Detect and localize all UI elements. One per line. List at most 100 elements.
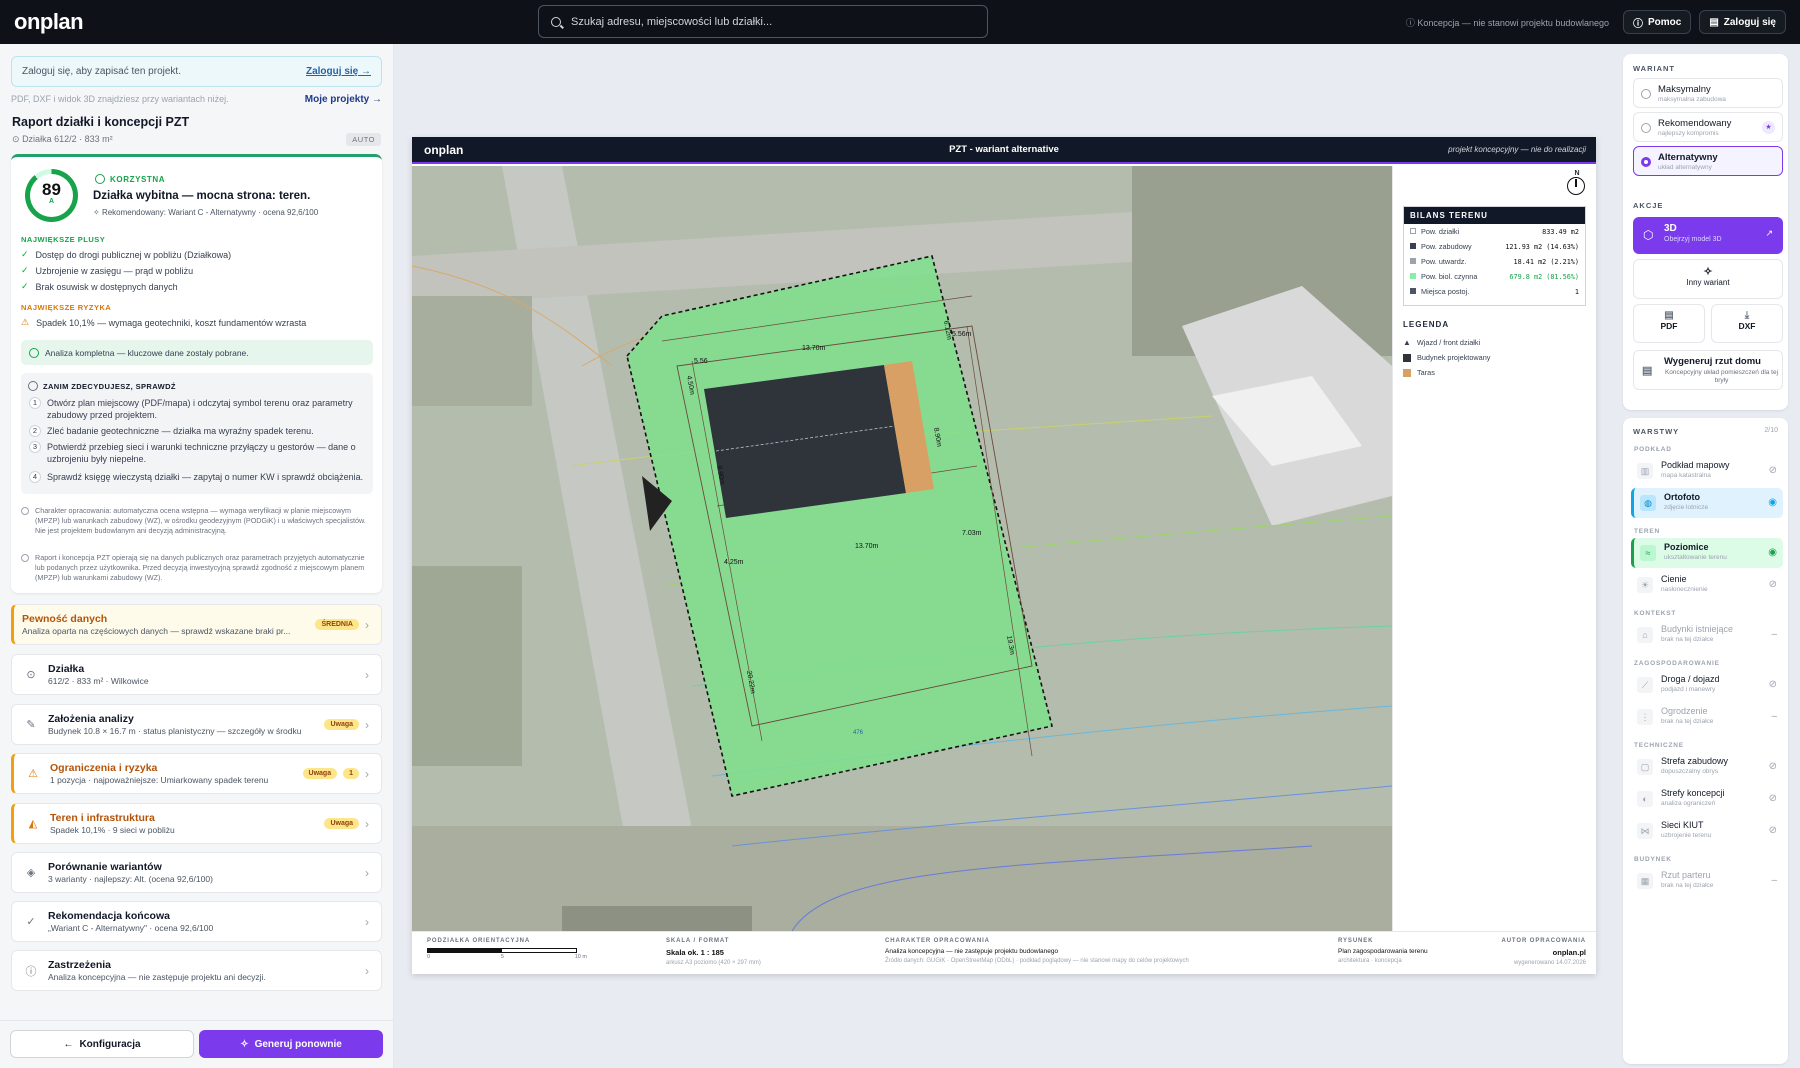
layers-panel: WARSTWY 2/10 PODKŁAD ▥ Podkład mapowy mapa… — [1623, 418, 1788, 1064]
score-ring: 89 A — [25, 169, 78, 222]
info-icon — [21, 507, 29, 515]
top-bar: onplan Szukaj adresu, miejscowości lub d… — [0, 0, 1800, 44]
mountain-icon: ◭ — [28, 818, 38, 830]
chevron-right-icon: › — [365, 717, 369, 732]
layer-road-access[interactable]: ⟋ Droga / dojazd podjazd i manewry ⊘ — [1631, 670, 1783, 700]
status-badge: Uwaga — [302, 768, 338, 779]
sheet-logo: onplan — [424, 142, 464, 157]
risk-item: ⚠ Spadek 10,1% — wymaga geotechniki, kosz… — [21, 317, 307, 328]
pdf-button[interactable]: ▤ PDF — [1633, 304, 1705, 343]
eye-off-icon[interactable]: ⊘ — [1769, 465, 1777, 476]
chevron-right-icon: › — [365, 667, 369, 682]
sheet-title-block: PODZIAŁKA ORIENTACYJNA 0 5 10 m SKALA / FO… — [412, 931, 1596, 974]
layer-group-terrain: TEREN — [1634, 528, 1661, 535]
generate-floorplan-button[interactable]: ▤ Wygeneruj rzut domu Koncepcyjny układ po… — [1633, 350, 1783, 390]
accordion-recommendation[interactable]: ✓ Rekomendacja końcowa „Wariant C - Alter… — [11, 901, 382, 942]
sheet-header: onplan PZT - wariant alternative projekt… — [412, 137, 1596, 164]
chevron-right-icon: › — [365, 816, 369, 831]
circle-icon: ◐ — [1637, 791, 1653, 807]
layer-building-zone[interactable]: ▢ Strefa zabudowy dopuszczalny obrys ⊘ — [1631, 752, 1783, 782]
login-button[interactable]: ▤ Zaloguj się — [1699, 10, 1786, 34]
layer-contours[interactable]: ≈ Poziomice ukształtowanie terenu ◉ — [1631, 538, 1783, 568]
accordion-assumptions[interactable]: ✎ Założenia analizy Budynek 10.8 × 16.7 m… — [11, 704, 382, 745]
sheet-sidebar: N BILANS TERENU Pow. działki 833.49 m2 Po… — [1392, 166, 1596, 931]
swatch — [1410, 288, 1416, 294]
dash-icon: – — [1771, 711, 1777, 722]
chevron-right-icon: › — [365, 963, 369, 978]
variant-recommended[interactable]: Rekomendowany najlepszy kompromis ★ — [1633, 112, 1783, 142]
accordion-summary: 1 pozycja · najpoważniejsze: Umiarkowany… — [50, 775, 269, 785]
my-projects-link[interactable]: Moje projekty → — [305, 94, 382, 105]
variant-alternative[interactable]: Alternatywny układ alternatywny — [1633, 146, 1783, 176]
login-link[interactable]: Zaloguj się → — [306, 66, 371, 77]
contour-label: 476 — [853, 730, 864, 736]
accordion-restrictions[interactable]: ⚠ Ograniczenia i ryzyka 1 pozycja · najpo… — [11, 753, 382, 794]
layer-basemap[interactable]: ▥ Podkład mapowy mapa katastralna ⊘ — [1631, 456, 1783, 486]
layer-group-basemap: PODKŁAD — [1634, 446, 1672, 453]
balance-row: Pow. biol. czynna 679.8 m2 (81.56%) — [1404, 269, 1585, 284]
accordion-plot[interactable]: ⊙ Działka 612/2 · 833 m² · Wilkowice › — [11, 654, 382, 695]
plus-item: ✓ Brak osuwisk w dostępnych danych — [21, 281, 178, 292]
other-variant-button[interactable]: ✧ Inny wariant — [1633, 259, 1783, 299]
configuration-button[interactable]: ← Konfiguracja — [10, 1030, 194, 1058]
document-icon: ▤ — [1709, 16, 1719, 28]
analysis-complete-notice: Analiza kompletna — kluczowe dane został… — [21, 340, 373, 365]
layer-group-technical: TECHNICZNE — [1634, 742, 1684, 749]
risk-title: NAJWIĘKSZE RYZYKA — [21, 303, 112, 312]
eye-off-icon[interactable]: ⊘ — [1769, 579, 1777, 590]
variant-section-title: WARIANT — [1633, 64, 1675, 73]
eye-off-icon[interactable]: ⊘ — [1769, 679, 1777, 690]
file-icon: ▤ — [1664, 310, 1674, 321]
eye-icon[interactable]: ◉ — [1768, 497, 1777, 508]
help-button[interactable]: ⓘ Pomoc — [1622, 10, 1692, 34]
layers-icon: ◈ — [26, 867, 36, 879]
auto-badge: AUTO — [346, 133, 381, 146]
checklist-item: 2 Zleć badanie geotechniczne — działka ma… — [29, 425, 364, 437]
scale-bar-graphic — [427, 948, 577, 953]
accordion-summary: Analiza koncepcyjna — nie zastępuje proj… — [48, 972, 266, 982]
layer-utility-networks[interactable]: ⋈ Sieci KIUT uzbrojenie terenu ⊘ — [1631, 816, 1783, 846]
regenerate-button[interactable]: ✧ Generuj ponownie — [199, 1030, 383, 1058]
eye-off-icon[interactable]: ⊘ — [1769, 825, 1777, 836]
layer-existing-buildings: ⌂ Budynki istniejące brak na tej działce – — [1631, 620, 1783, 650]
warning-icon: ⚠ — [28, 768, 38, 780]
eye-off-icon[interactable]: ⊘ — [1769, 793, 1777, 804]
disclaimer-text: ⓘ Koncepcja — nie stanowi projektu budow… — [1405, 17, 1609, 28]
designed-building[interactable] — [704, 365, 906, 518]
dash-icon: – — [1771, 629, 1777, 640]
dxf-button[interactable]: ⤓ DXF — [1711, 304, 1783, 343]
accordion-data-confidence[interactable]: Pewność danych Analiza oparta na częściow… — [11, 604, 382, 645]
checklist-item: 1 Otwórz plan miejscowy (PDF/mapa) i odcz… — [29, 397, 364, 421]
login-hint-bar: Zaloguj się, aby zapisać ten projekt. Za… — [11, 56, 382, 87]
check-circle-icon — [95, 174, 105, 184]
accordion-variants[interactable]: ◈ Porównanie wariantów 3 warianty · najle… — [11, 852, 382, 893]
variant-maximal[interactable]: Maksymalny maksymalna zabudowa — [1633, 78, 1783, 108]
accordion-title: Pewność danych — [22, 613, 108, 625]
eye-icon[interactable]: ◉ — [1768, 547, 1777, 558]
vegetation — [412, 566, 522, 766]
site-balance-table: BILANS TERENU Pow. działki 833.49 m2 Pow.… — [1403, 206, 1586, 306]
sheet-title: PZT - wariant alternative — [949, 144, 1059, 155]
warning-icon: ⚠ — [21, 317, 30, 327]
eye-off-icon[interactable]: ⊘ — [1769, 761, 1777, 772]
report-panel: Zaloguj się, aby zapisać ten projekt. Za… — [0, 44, 394, 1068]
balance-row: Pow. zabudowy 121.93 m2 (14.63%) — [1404, 239, 1585, 254]
radio-selected — [1641, 157, 1651, 167]
accordion-title: Teren i infrastruktura — [50, 812, 155, 824]
layer-shadows[interactable]: ☀ Cienie nasłonecznienie ⊘ — [1631, 570, 1783, 600]
layer-orthophoto[interactable]: ◍ Ortofoto zdjęcie lotnicze ◉ — [1631, 488, 1783, 518]
layer-concept-zones[interactable]: ◐ Strefy koncepcji analiza ograniczeń ⊘ — [1631, 784, 1783, 814]
search-input[interactable]: Szukaj adresu, miejscowości lub działki.… — [538, 5, 988, 38]
view-3d-button[interactable]: ⬡ 3D Obejrzyj model 3D ↗ — [1633, 217, 1783, 254]
accordion-summary: 3 warianty · najlepszy: Alt. (ocena 92,6… — [48, 874, 213, 884]
search-icon — [551, 16, 561, 27]
balance-row: Miejsca postoj. 1 — [1404, 284, 1585, 299]
site-plan-map[interactable]: 13.70m 13.70m 5.56 5.56m 4.50m 6.12m 8.9… — [412, 166, 1392, 931]
dimension-label: 4.25m — [724, 559, 744, 566]
app-logo[interactable]: onplan — [14, 9, 84, 35]
swatch — [1403, 368, 1411, 377]
check-icon: ✓ — [21, 249, 29, 259]
accordion-disclaimers[interactable]: ⓘ Zastrzeżenia Analiza koncepcyjna — nie … — [11, 950, 382, 991]
map-icon: ▥ — [1637, 463, 1653, 479]
accordion-terrain[interactable]: ◭ Teren i infrastruktura Spadek 10,1% · 9… — [11, 803, 382, 844]
